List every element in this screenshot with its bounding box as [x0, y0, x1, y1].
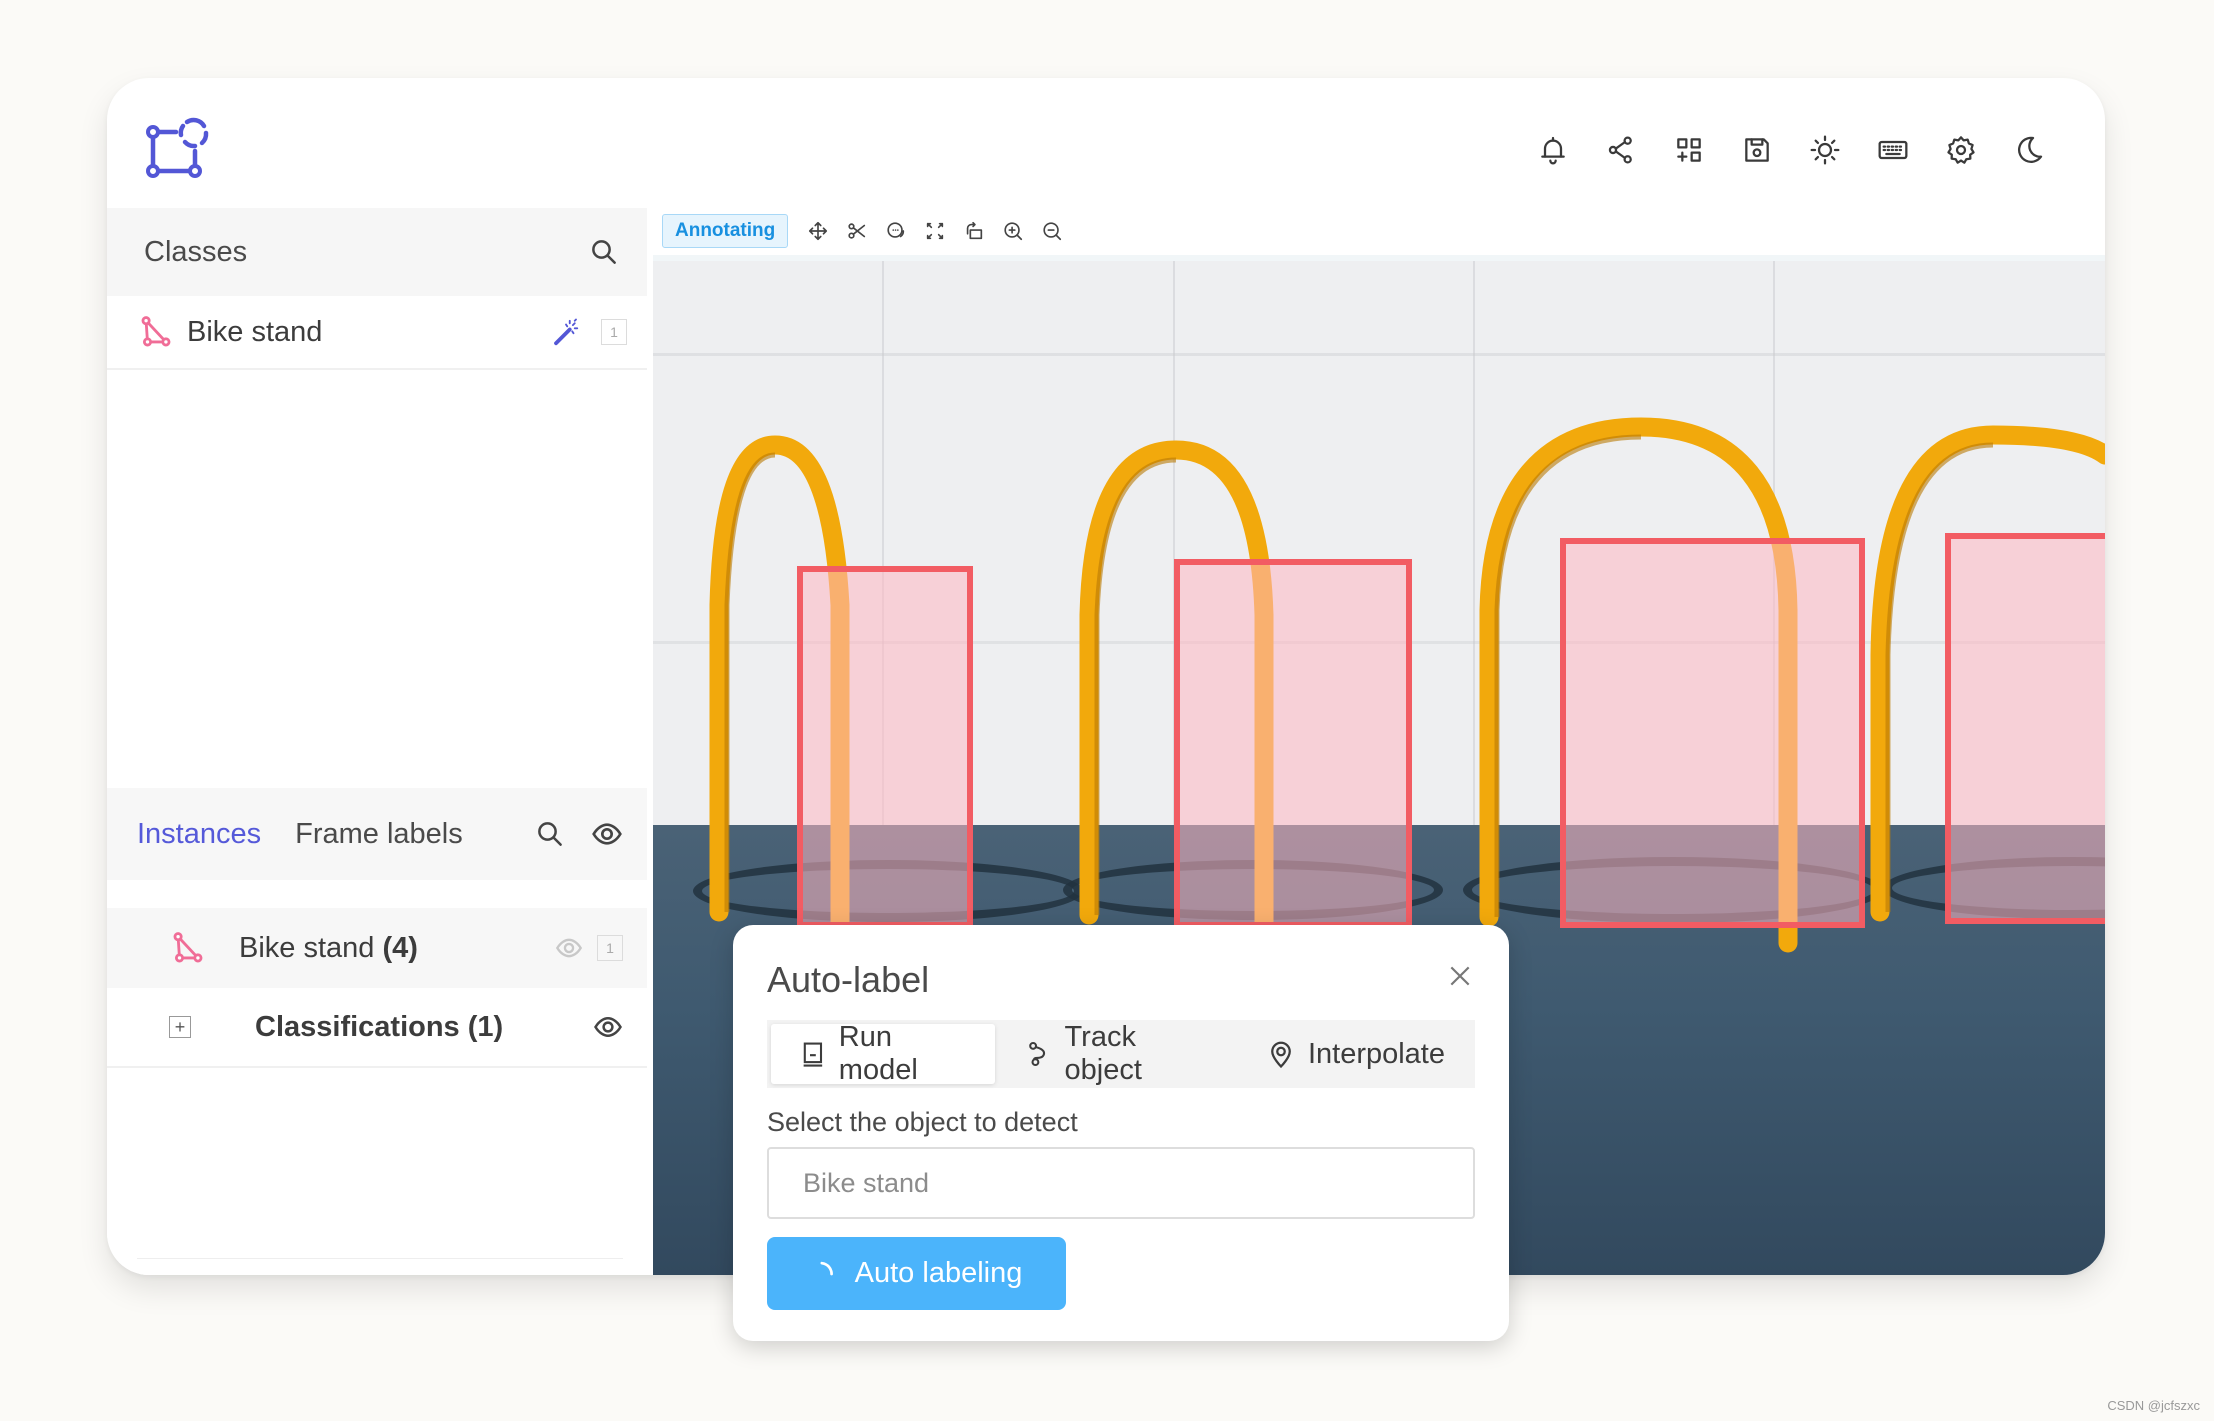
- eye-icon[interactable]: [591, 818, 623, 850]
- class-label: Bike stand: [187, 315, 323, 348]
- segment-run-model[interactable]: Run model: [771, 1021, 995, 1086]
- classifications-row[interactable]: + Classifications (1): [107, 988, 647, 1068]
- zoom-out-icon[interactable]: [1032, 212, 1071, 250]
- dialog-title: Auto-label: [767, 959, 930, 1000]
- class-item-bike-stand[interactable]: Bike stand 1: [107, 296, 647, 370]
- bounding-box[interactable]: [1174, 559, 1412, 928]
- close-icon[interactable]: [1447, 963, 1473, 989]
- tab-frame-labels[interactable]: Frame labels: [295, 818, 463, 851]
- segment-track-object[interactable]: Track object: [995, 1021, 1236, 1086]
- instance-row-bike-stand[interactable]: Bike stand (4) 1: [107, 908, 647, 988]
- segment-interpolate[interactable]: Interpolate: [1236, 1024, 1471, 1084]
- hotkey-badge: 1: [601, 319, 627, 345]
- classes-header: Classes: [107, 208, 647, 296]
- auto-label-mode-switch: Run model Track object Interpolate: [767, 1020, 1475, 1088]
- bounding-box[interactable]: [1560, 538, 1865, 928]
- bounding-box[interactable]: [797, 566, 973, 928]
- rotate-icon[interactable]: [954, 212, 993, 250]
- zoom-in-icon[interactable]: [993, 212, 1032, 250]
- auto-labeling-button[interactable]: Auto labeling: [767, 1237, 1066, 1310]
- robot-icon: [803, 1042, 823, 1067]
- tab-instances[interactable]: Instances: [137, 818, 261, 851]
- watermark: CSDN @jcfszxc: [2107, 1398, 2200, 1413]
- fit-screen-icon[interactable]: [915, 212, 954, 250]
- classifications-label: Classifications (1): [255, 1010, 504, 1043]
- auto-label-dialog: Auto-label Run model Track object Interp…: [733, 925, 1509, 1341]
- move-icon[interactable]: [798, 212, 837, 250]
- polygon-class-icon: [173, 932, 203, 963]
- loading-spinner-icon: [820, 1261, 833, 1275]
- instance-label: Bike stand (4): [239, 931, 418, 964]
- segment-label: Track object: [1064, 1021, 1142, 1086]
- sidebar: Classes Bike stand 1 Instances Frame lab…: [107, 208, 653, 1275]
- app-logo[interactable]: [143, 116, 215, 182]
- object-to-detect-input[interactable]: [767, 1147, 1475, 1219]
- bell-icon[interactable]: [1519, 118, 1587, 182]
- location-pin-icon: [1271, 1041, 1291, 1069]
- eye-icon[interactable]: [555, 934, 583, 962]
- polygon-class-icon: [141, 316, 171, 347]
- canvas-toolbar: Annotating: [662, 212, 1071, 250]
- route-icon: [1028, 1041, 1045, 1067]
- mode-badge[interactable]: Annotating: [662, 214, 789, 248]
- divider: [137, 1258, 623, 1259]
- gear-icon[interactable]: [1927, 118, 1995, 182]
- share-icon[interactable]: [1587, 118, 1655, 182]
- keyboard-icon[interactable]: [1859, 118, 1927, 182]
- search-icon[interactable]: [535, 819, 565, 849]
- scissors-icon[interactable]: [837, 212, 876, 250]
- button-label: Auto labeling: [854, 1257, 1023, 1289]
- magic-wand-icon[interactable]: [551, 317, 581, 347]
- search-icon[interactable]: [589, 237, 619, 267]
- classes-title: Classes: [144, 235, 248, 268]
- bounding-box[interactable]: [1945, 533, 2105, 924]
- segment-label: Run model: [838, 1021, 918, 1086]
- segment-label: Interpolate: [1307, 1037, 1445, 1070]
- sun-icon[interactable]: [1791, 118, 1859, 182]
- comment-icon[interactable]: [876, 212, 915, 250]
- eye-icon[interactable]: [593, 1012, 623, 1042]
- hotkey-badge: 1: [597, 935, 623, 961]
- instances-header: Instances Frame labels: [107, 788, 647, 880]
- object-field-label: Select the object to detect: [767, 1107, 1078, 1137]
- header-toolbar: [1519, 118, 2063, 182]
- apps-icon[interactable]: [1655, 118, 1723, 182]
- save-icon[interactable]: [1723, 118, 1791, 182]
- expand-icon[interactable]: +: [169, 1016, 191, 1038]
- moon-icon[interactable]: [1995, 118, 2063, 182]
